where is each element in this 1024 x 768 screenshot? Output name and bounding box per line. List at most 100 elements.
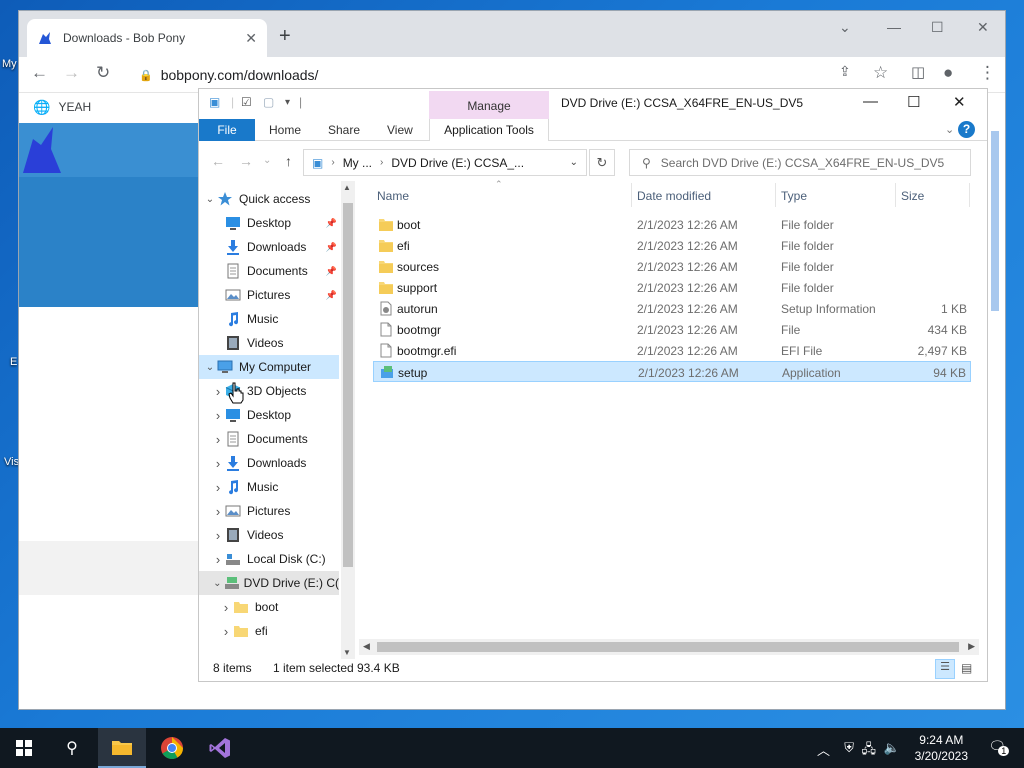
desktop-icon-label[interactable]: Vis xyxy=(4,456,19,468)
desktop-icon-label[interactable]: E xyxy=(10,356,17,368)
profile-avatar-icon[interactable]: ● xyxy=(943,63,953,83)
tab-close-icon[interactable]: ✕ xyxy=(245,30,257,47)
column-separator[interactable] xyxy=(775,183,776,207)
nav-item-my-computer[interactable]: ⌄ My Computer xyxy=(199,355,339,379)
chevron-right-icon[interactable]: › xyxy=(211,480,225,495)
pin-icon[interactable]: 📌 xyxy=(326,242,337,253)
tab-view[interactable]: View xyxy=(387,123,413,137)
chevron-right-icon[interactable]: › xyxy=(211,504,225,519)
nav-item-downloads[interactable]: › Downloads xyxy=(199,451,339,475)
address-bar[interactable]: 🔒 bobpony.com/downloads/ xyxy=(129,61,909,89)
file-row[interactable]: bootmgr.efi 2/1/2023 12:26 AM EFI File 2,49… xyxy=(373,340,971,361)
nav-item-music[interactable]: Music xyxy=(199,307,339,331)
chevron-right-icon[interactable]: › xyxy=(211,528,225,543)
breadcrumb-current[interactable]: DVD Drive (E:) CCSA_... xyxy=(391,156,524,170)
nav-item-videos[interactable]: › Videos xyxy=(199,523,339,547)
minimize-icon[interactable]: — xyxy=(887,19,901,35)
notification-center-icon[interactable]: 🗨 1 xyxy=(988,738,1010,756)
file-row[interactable]: bootmgr 2/1/2023 12:26 AM File 434 KB xyxy=(373,319,971,340)
nav-scrollbar-thumb[interactable] xyxy=(343,203,353,567)
nav-item-downloads[interactable]: Downloads 📌 xyxy=(199,235,339,259)
column-separator[interactable] xyxy=(895,183,896,207)
back-icon[interactable]: ← xyxy=(31,63,48,83)
tab-file[interactable]: File xyxy=(199,119,255,141)
nav-item-pictures[interactable]: Pictures 📌 xyxy=(199,283,339,307)
network-icon[interactable]: 🖧 xyxy=(862,740,877,762)
nav-item-pictures[interactable]: › Pictures xyxy=(199,499,339,523)
maximize-icon[interactable]: ☐ xyxy=(931,19,944,36)
file-row[interactable]: setup 2/1/2023 12:26 AM Application 94 KB xyxy=(373,361,971,382)
recent-locations-icon[interactable]: ⌄ xyxy=(263,155,271,166)
column-name[interactable]: Name xyxy=(377,189,409,203)
page-scrollbar-thumb[interactable] xyxy=(991,131,999,311)
up-icon[interactable]: ↑ xyxy=(285,153,292,169)
reload-icon[interactable]: ↻ xyxy=(96,63,110,83)
desktop-icon-label[interactable]: My xyxy=(2,58,17,70)
share-icon[interactable]: ⇪ xyxy=(839,63,851,80)
chevron-down-icon[interactable]: ⌄ xyxy=(203,362,217,373)
chevron-right-icon[interactable]: › xyxy=(211,384,225,399)
start-button[interactable] xyxy=(0,728,48,768)
chevron-right-icon[interactable]: › xyxy=(211,432,225,447)
nav-item-documents[interactable]: › Documents xyxy=(199,427,339,451)
chrome-taskbar-icon[interactable] xyxy=(148,728,196,768)
tab-search-icon[interactable]: ⌄ xyxy=(839,19,851,36)
column-size[interactable]: Size xyxy=(901,189,924,203)
new-tab-button[interactable]: + xyxy=(279,25,291,48)
search-icon[interactable]: ⚲ xyxy=(48,728,96,768)
chevron-right-icon[interactable]: › xyxy=(219,600,233,615)
close-icon[interactable]: ✕ xyxy=(977,19,989,36)
chevron-down-icon[interactable]: ⌄ xyxy=(203,194,217,205)
chevron-down-icon[interactable]: ⌄ xyxy=(211,578,224,589)
back-icon[interactable]: ← xyxy=(211,153,225,169)
nav-item-desktop[interactable]: Desktop 📌 xyxy=(199,211,339,235)
file-row[interactable]: boot 2/1/2023 12:26 AM File folder xyxy=(373,214,971,235)
properties-icon[interactable]: ☑ xyxy=(241,95,252,109)
manage-contextual-tab[interactable]: Manage xyxy=(429,91,549,119)
refresh-icon[interactable]: ↻ xyxy=(589,149,615,176)
pin-icon[interactable]: 📌 xyxy=(326,290,337,301)
explorer-minimize-icon[interactable]: — xyxy=(863,93,878,110)
forward-icon[interactable]: → xyxy=(63,63,80,83)
breadcrumb-chevron-icon[interactable]: › xyxy=(331,157,334,168)
clock[interactable]: 9:24 AM 3/20/2023 xyxy=(915,732,968,764)
nav-item-desktop[interactable]: › Desktop xyxy=(199,403,339,427)
ribbon-expand-icon[interactable]: ⌄ xyxy=(945,123,954,136)
search-input[interactable]: ⚲ Search DVD Drive (E:) CCSA_X64FRE_EN-U… xyxy=(629,149,971,176)
pin-icon[interactable]: 📌 xyxy=(326,218,337,229)
menu-kebab-icon[interactable]: ⋮ xyxy=(979,63,996,83)
nav-item-dvd-drive-e-c[interactable]: ⌄ DVD Drive (E:) C( xyxy=(199,571,339,595)
security-icon[interactable]: ⛨ xyxy=(844,740,854,756)
help-icon[interactable]: ? xyxy=(958,121,975,138)
new-folder-icon[interactable]: ▢ xyxy=(263,95,274,109)
nav-item-3d-objects[interactable]: › 3D Objects xyxy=(199,379,339,403)
nav-item-efi[interactable]: › efi xyxy=(199,619,339,643)
address-dropdown-icon[interactable]: ⌄ xyxy=(570,157,578,168)
chevron-right-icon[interactable]: › xyxy=(211,552,225,567)
column-separator[interactable] xyxy=(969,183,970,207)
chevron-right-icon[interactable]: › xyxy=(211,456,225,471)
show-hidden-icons-icon[interactable]: ︿ xyxy=(817,740,830,759)
nav-item-local-disk-c[interactable]: › Local Disk (C:) xyxy=(199,547,339,571)
nav-item-quick-access[interactable]: ⌄ Quick access xyxy=(199,187,339,211)
explorer-close-icon[interactable]: ✕ xyxy=(953,93,966,111)
file-row[interactable]: autorun 2/1/2023 12:26 AM Setup Informatio… xyxy=(373,298,971,319)
visual-studio-taskbar-icon[interactable] xyxy=(196,728,244,768)
browser-tab[interactable]: Downloads - Bob Pony ✕ xyxy=(27,19,267,57)
nav-item-boot[interactable]: › boot xyxy=(199,595,339,619)
tab-share[interactable]: Share xyxy=(328,123,360,137)
horizontal-scrollbar[interactable]: ◀ ▶ xyxy=(359,639,979,655)
nav-item-music[interactable]: › Music xyxy=(199,475,339,499)
qat-dropdown-icon[interactable]: ▾ xyxy=(285,97,290,108)
file-row[interactable]: sources 2/1/2023 12:26 AM File folder xyxy=(373,256,971,277)
horizontal-scrollbar-thumb[interactable] xyxy=(377,642,959,652)
breadcrumb-root[interactable]: My ... xyxy=(343,156,372,170)
scroll-right-icon[interactable]: ▶ xyxy=(968,641,975,652)
chevron-right-icon[interactable]: › xyxy=(211,408,225,423)
column-separator[interactable] xyxy=(631,183,632,207)
explorer-maximize-icon[interactable]: ☐ xyxy=(907,93,920,111)
nav-item-videos[interactable]: Videos xyxy=(199,331,339,355)
pin-icon[interactable]: 📌 xyxy=(326,266,337,277)
tab-home[interactable]: Home xyxy=(269,123,301,137)
column-type[interactable]: Type xyxy=(781,189,807,203)
